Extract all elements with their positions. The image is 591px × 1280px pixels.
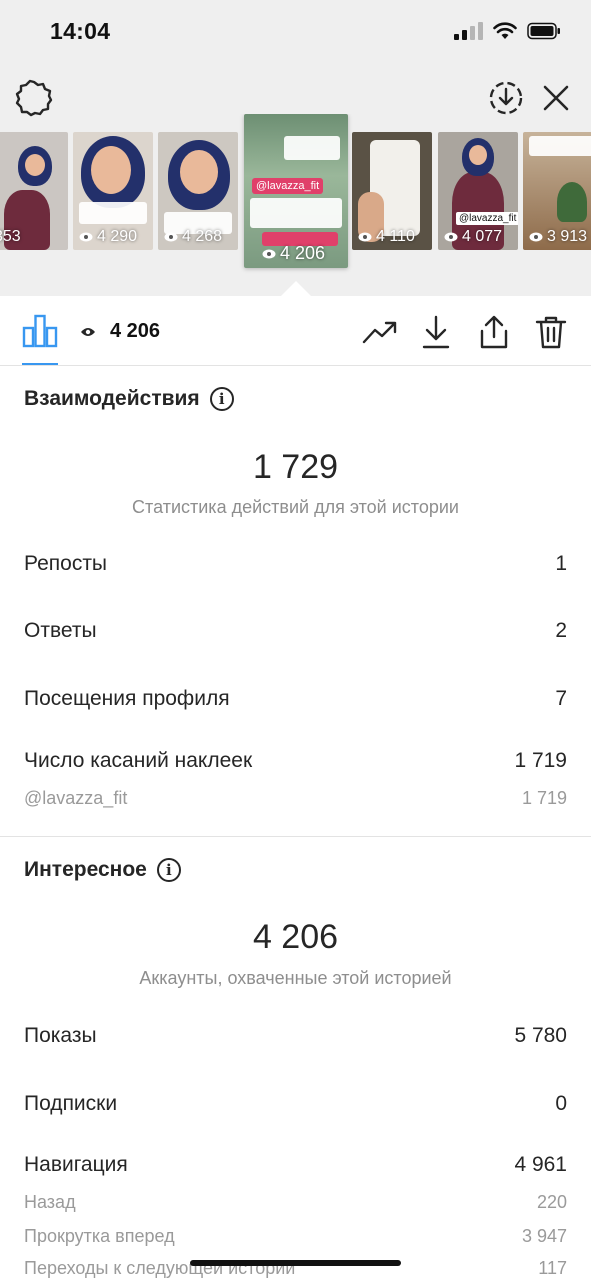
story-thumbnail[interactable]: 353: [0, 132, 68, 250]
viewers-button[interactable]: 4 206: [80, 320, 160, 343]
status-bar: 14:04: [0, 0, 591, 64]
stat-subvalue: 220: [536, 1192, 567, 1212]
download-dashed-circle-icon: [489, 81, 523, 115]
stat-label: Навигация: [24, 1153, 128, 1176]
interactions-subtitle: Статистика действий для этой истории: [132, 497, 459, 517]
discovery-subtitle: Аккаунты, охваченные этой историей: [139, 968, 452, 988]
status-icons: [454, 22, 561, 40]
stat-row-profile-visits: Посещения профиля 7: [24, 687, 567, 711]
stat-row-sticker-taps: Число касаний наклеек 1 719: [24, 749, 567, 773]
story-views: 3 913: [547, 228, 588, 245]
stat-label: Число касаний наклеек: [24, 749, 253, 772]
eye-icon: [262, 249, 276, 258]
wifi-icon: [493, 22, 517, 39]
stat-value: 5 780: [514, 1024, 567, 1047]
info-icon[interactable]: i: [156, 858, 181, 882]
stat-sublabel: Назад: [24, 1192, 76, 1212]
story-views: 4 290: [97, 228, 138, 245]
stat-row-replies: Ответы 2: [24, 619, 567, 643]
share-button[interactable]: [474, 312, 514, 352]
stat-value: 7: [555, 687, 567, 710]
story-thumbnail-selected[interactable]: @lavazza_fit 4 206: [244, 114, 348, 268]
stat-subvalue: 1 719: [521, 788, 567, 808]
story-views: 4 206: [280, 243, 326, 263]
insights-tab-underline: [22, 363, 58, 365]
stat-row-follows: Подписки 0: [24, 1092, 567, 1116]
story-thumbnails-strip[interactable]: 353 4 290 4 268 @lavazza_fit 4 206: [0, 114, 591, 274]
insights-tab[interactable]: [22, 314, 58, 348]
info-icon[interactable]: i: [209, 387, 234, 411]
eye-icon: [444, 232, 458, 242]
stat-label: Показы: [24, 1024, 97, 1047]
home-indicator[interactable]: [190, 1260, 401, 1266]
share-icon: [480, 315, 508, 349]
interactions-total: 1 729: [252, 448, 339, 486]
story-views: 353: [0, 228, 21, 245]
delete-button[interactable]: [531, 312, 571, 352]
stat-row-navigation: Навигация 4 961: [24, 1153, 567, 1177]
stat-label: Репосты: [24, 552, 108, 575]
stat-sublabel: @lavazza_fit: [24, 788, 128, 808]
stat-value: 0: [555, 1092, 567, 1115]
stat-value: 1: [555, 552, 567, 575]
trending-up-icon: [362, 321, 397, 344]
story-thumbnail[interactable]: 4 110: [352, 132, 432, 250]
close-icon: [543, 85, 569, 111]
stat-value: 4 961: [514, 1153, 567, 1176]
interactions-section-title: Взаимодействия i: [24, 387, 234, 411]
section-divider: [0, 836, 591, 837]
eye-icon: [164, 232, 178, 242]
bar-chart-icon: [22, 314, 58, 348]
story-views: 4 268: [182, 228, 223, 245]
story-mention-sticker: @lavazza_fit: [252, 178, 324, 194]
discovery-total: 4 206: [252, 918, 339, 956]
stat-label: Подписки: [24, 1092, 118, 1115]
eye-icon: [529, 232, 543, 242]
stat-row-impressions: Показы 5 780: [24, 1024, 567, 1048]
story-thumbnail[interactable]: 4 268: [158, 132, 238, 250]
story-thumbnail[interactable]: 3 913: [523, 132, 591, 250]
story-thumbnail[interactable]: 4 290: [73, 132, 153, 250]
interactions-title: Взаимодействия: [24, 387, 200, 410]
stat-label: Ответы: [24, 619, 97, 642]
cellular-signal-icon: [454, 22, 483, 40]
stat-value: 1 719: [514, 749, 567, 772]
stat-subvalue: 117: [538, 1258, 567, 1278]
download-icon: [422, 315, 450, 349]
story-mention-sticker: @lavazza_fit: [456, 212, 518, 225]
stat-subrow-sticker-mention: @lavazza_fit 1 719: [24, 788, 567, 809]
stat-label: Посещения профиля: [24, 687, 230, 710]
eye-icon: [81, 327, 95, 336]
story-thumbnail[interactable]: @lavazza_fit 4 077: [438, 132, 518, 250]
settings-gear-icon: [15, 79, 53, 117]
views-count: 4 206: [110, 320, 161, 342]
discovery-title: Интересное: [24, 858, 147, 881]
discovery-section-title: Интересное i: [24, 858, 181, 882]
download-button[interactable]: [416, 312, 456, 352]
stat-value: 2: [555, 619, 567, 642]
story-action-row: 4 206: [0, 296, 591, 366]
promote-button[interactable]: [360, 312, 400, 352]
stat-sublabel: Прокрутка вперед: [24, 1226, 175, 1246]
eye-icon: [79, 232, 93, 242]
battery-icon: [527, 22, 560, 40]
story-views: 4 077: [462, 228, 503, 245]
stat-subvalue: 3 947: [521, 1226, 567, 1246]
story-views: 4 110: [376, 228, 415, 245]
stat-subrow-forward: Прокрутка вперед 3 947: [24, 1226, 567, 1247]
eye-icon: [358, 232, 372, 242]
status-time: 14:04: [50, 18, 111, 44]
selected-story-pointer: [280, 281, 312, 297]
stat-row-reposts: Репосты 1: [24, 552, 567, 576]
stat-subrow-back: Назад 220: [24, 1192, 567, 1213]
trash-icon: [535, 316, 567, 349]
